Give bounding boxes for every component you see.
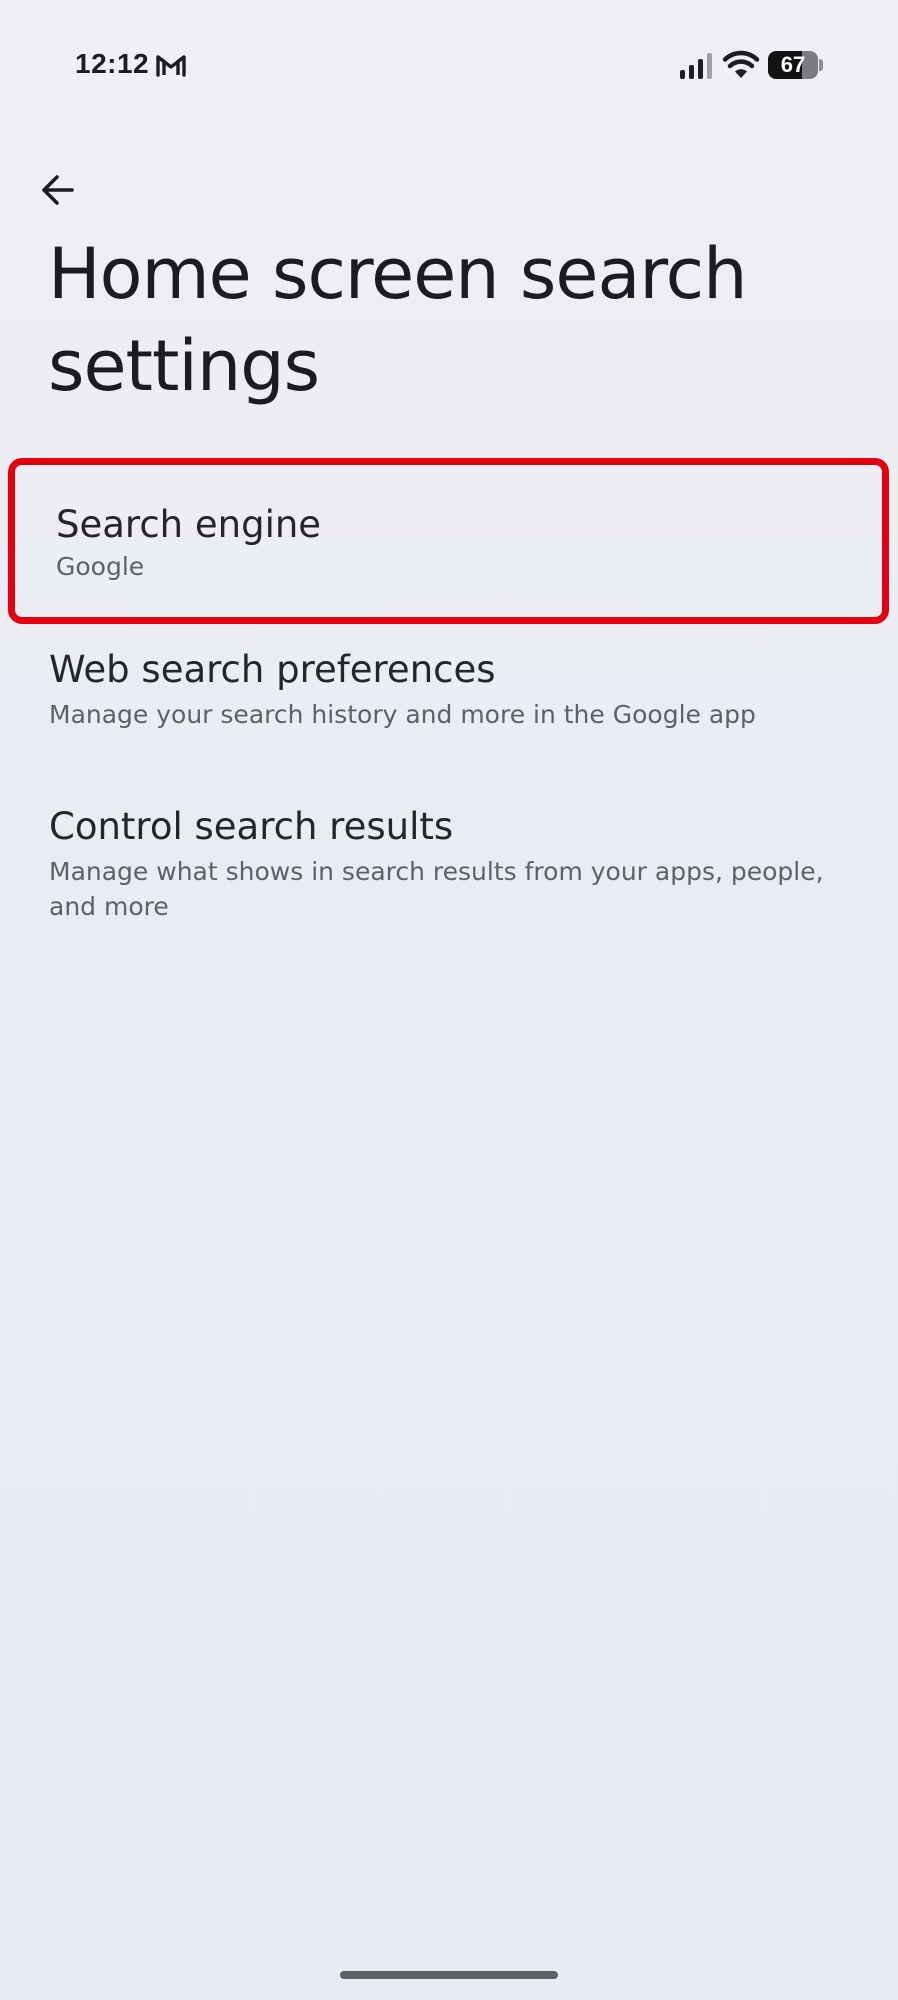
- gmail-icon: [156, 55, 186, 77]
- back-button[interactable]: [28, 160, 88, 220]
- setting-title: Search engine: [56, 503, 322, 546]
- setting-summary: Manage your search history and more in t…: [49, 700, 756, 729]
- status-bar: 12:12 67: [0, 0, 898, 130]
- setting-title: Control search results: [49, 805, 454, 848]
- battery-cap: [819, 59, 823, 71]
- setting-control-search-results[interactable]: Control search results Manage what shows…: [0, 805, 898, 924]
- wifi-icon: [722, 50, 760, 78]
- battery-level: 67: [780, 52, 806, 77]
- arrow-left-icon: [42, 175, 74, 205]
- setting-value: Google: [56, 552, 145, 581]
- setting-title: Web search preferences: [49, 648, 496, 691]
- setting-summary: Manage what shows in search results from…: [49, 857, 824, 921]
- status-time: 12:12: [75, 48, 150, 79]
- setting-web-search-preferences[interactable]: Web search preferences Manage your searc…: [0, 648, 898, 732]
- cellular-signal-icon: [680, 53, 712, 79]
- battery-indicator: 67: [768, 51, 824, 79]
- setting-search-engine[interactable]: Search engine Google: [8, 458, 889, 624]
- home-indicator[interactable]: [340, 1971, 558, 1979]
- page-title: Home screen search settings: [48, 233, 747, 407]
